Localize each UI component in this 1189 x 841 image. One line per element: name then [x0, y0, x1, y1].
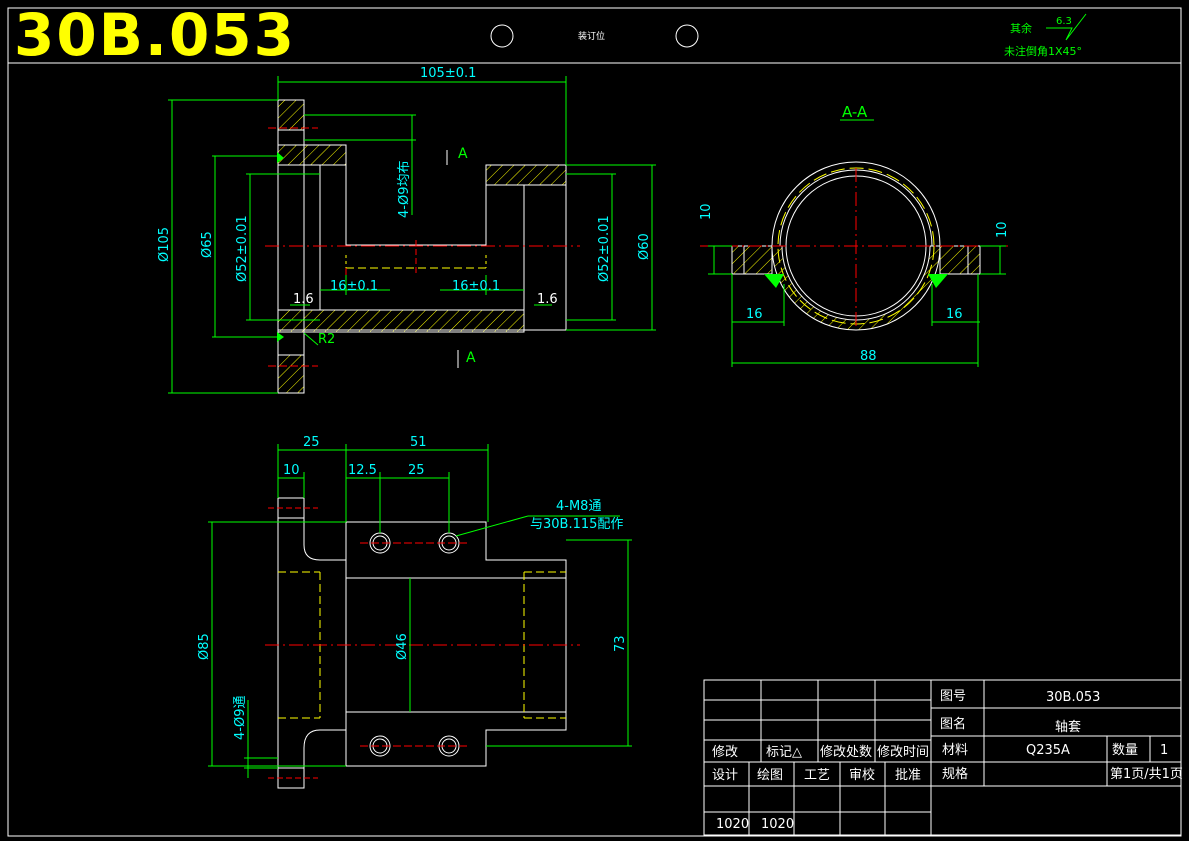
roughness-value: 6.3 [1056, 16, 1072, 27]
bottom-view [208, 444, 632, 789]
roughness-label: 其余 [1010, 21, 1032, 35]
tb-quantity: 1 [1160, 743, 1168, 758]
radius-label: R2 [318, 332, 335, 347]
binding-label: 装订位 [578, 30, 605, 42]
dim-holes-bottom: 4-Ø9通 [233, 696, 248, 740]
dim-12-5: 12.5 [348, 463, 377, 478]
tb-label-modify-count: 修改处数 [820, 745, 872, 760]
tb-label-name: 图名 [940, 716, 966, 732]
tb-drawing-code: 1020 [761, 817, 794, 832]
dim-outer-dia: Ø105 [157, 227, 172, 262]
dim-85: Ø85 [197, 633, 212, 660]
tb-label-modify-time: 修改时间 [877, 745, 929, 760]
roughness-left: 1.6 [293, 292, 314, 307]
tb-label-mark: 标记△ [766, 745, 802, 760]
section-view [700, 119, 1010, 367]
tb-part-name: 轴套 [1055, 719, 1081, 735]
tb-label-spec: 规格 [942, 766, 968, 782]
engineering-drawing: 装订位 其余 6.3 未注倒角1X45° 105±0.1 Ø105 Ø65 Ø5… [7, 7, 1183, 837]
dim-groove-left: 16±0.1 [330, 279, 378, 294]
tb-label-approve: 批准 [895, 768, 921, 783]
callout-line2: 与30B.115配作 [530, 517, 623, 532]
callout-line1: 4-M8通 [556, 499, 601, 514]
dim-46: Ø46 [395, 633, 410, 660]
roughness-right: 1.6 [537, 292, 558, 307]
section-mark-bottom: A [466, 350, 476, 366]
tb-label-quantity: 数量 [1112, 743, 1138, 758]
dim-left-height: 10 [699, 203, 714, 220]
tb-label-drawing: 绘图 [757, 768, 783, 783]
binding-hole-left [490, 24, 514, 48]
dim-51: 51 [410, 435, 427, 450]
dim-10: 10 [283, 463, 300, 478]
dim-groove-right: 16±0.1 [452, 279, 500, 294]
dim-25b: 25 [408, 463, 425, 478]
tb-label-material: 材料 [942, 743, 968, 758]
tb-drawing-no: 30B.053 [1046, 690, 1100, 705]
tb-material: Q235A [1026, 743, 1070, 758]
dim-73: 73 [613, 635, 628, 652]
dim-bore-right: Ø52±0.01 [597, 215, 612, 282]
tb-page-info: 第1页/共1页 [1110, 767, 1183, 782]
tb-label-process: 工艺 [804, 768, 830, 783]
tb-label-drawing-no: 图号 [940, 689, 966, 704]
dim-25: 25 [303, 435, 320, 450]
tb-label-design: 设计 [712, 768, 738, 783]
tb-design-code: 1020 [716, 817, 749, 832]
dim-bore-left: Ø52±0.01 [235, 215, 250, 282]
dim-outer-right: Ø60 [637, 233, 652, 260]
dim-total-width: 88 [860, 349, 877, 364]
tb-label-modify: 修改 [712, 745, 738, 760]
dim-left-width: 16 [746, 307, 763, 322]
dim-right-height: 10 [995, 221, 1010, 238]
section-title: A-A [842, 103, 868, 121]
dim-holes: 4-Ø9均布 [397, 161, 412, 218]
dim-length: 105±0.1 [420, 66, 476, 81]
binding-hole-right [675, 24, 699, 48]
dim-right-width: 16 [946, 307, 963, 322]
section-mark-top: A [458, 146, 468, 162]
dim-flange-dia: Ø65 [200, 231, 215, 258]
tb-label-review: 审校 [849, 767, 875, 783]
sheet-border [7, 7, 1182, 837]
chamfer-note: 未注倒角1X45° [1004, 44, 1082, 58]
